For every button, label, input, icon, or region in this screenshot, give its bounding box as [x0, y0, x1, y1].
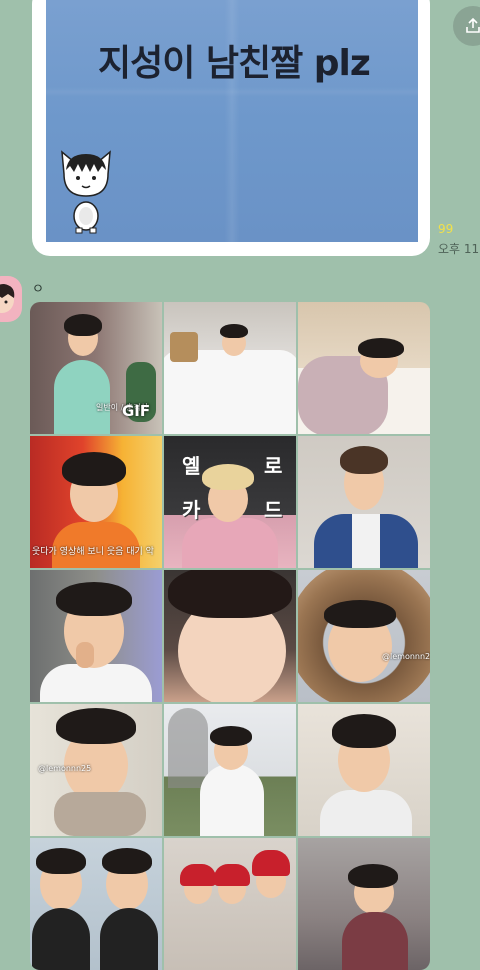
unread-count: 99: [438, 222, 454, 236]
share-button[interactable]: [453, 6, 480, 46]
photo-thumbnail[interactable]: [30, 570, 162, 702]
photo-thumbnail[interactable]: [164, 302, 296, 434]
photo-thumbnail[interactable]: [298, 704, 430, 836]
sticker-image[interactable]: 지성이 남친짤 plz: [46, 0, 418, 242]
photo-thumbnail[interactable]: 옐 로 카 드: [164, 436, 296, 568]
overlay-letter: 옐: [182, 454, 201, 478]
photo-thumbnail[interactable]: @lemonnn25: [298, 570, 430, 702]
photo-caption: @lemonnn25: [38, 764, 92, 773]
photo-thumbnail[interactable]: 웃다가 영상해 보니 웃음 대기 악: [30, 436, 162, 568]
photo-thumbnail[interactable]: [298, 302, 430, 434]
photo-thumbnail[interactable]: @lemonnn25: [30, 704, 162, 836]
gif-badge: GIF: [122, 402, 151, 420]
message-text: ㅇ: [32, 282, 44, 297]
photo-thumbnail[interactable]: [164, 838, 296, 970]
sticker-text: 지성이 남친짤 plz: [98, 43, 371, 84]
avatar-face-icon: [0, 284, 15, 313]
photo-thumbnail[interactable]: [164, 704, 296, 836]
overlay-letter: 드: [264, 498, 283, 522]
photo-caption: 웃다가 영상해 보니 웃음 대기 악: [32, 547, 154, 557]
photo-thumbnail[interactable]: [164, 570, 296, 702]
avatar[interactable]: [0, 276, 22, 322]
overlay-letter: 로: [264, 454, 283, 478]
photo-thumbnail[interactable]: [298, 838, 430, 970]
photo-caption: @lemonnn25: [382, 652, 430, 661]
share-icon: [466, 17, 480, 33]
overlay-letter: 카: [182, 498, 201, 522]
cat-sticker-icon: [61, 150, 111, 234]
photo-thumbnail[interactable]: [30, 838, 162, 970]
message-time: 오후 11:: [438, 242, 480, 256]
photo-thumbnail[interactable]: 일반이 / 충격상 GIF: [30, 302, 162, 434]
photo-grid: 일반이 / 충격상 GIF 웃다가 영상해 보니 웃음 대기 악 옐 로 카 드: [30, 302, 430, 970]
photo-thumbnail[interactable]: [298, 436, 430, 568]
